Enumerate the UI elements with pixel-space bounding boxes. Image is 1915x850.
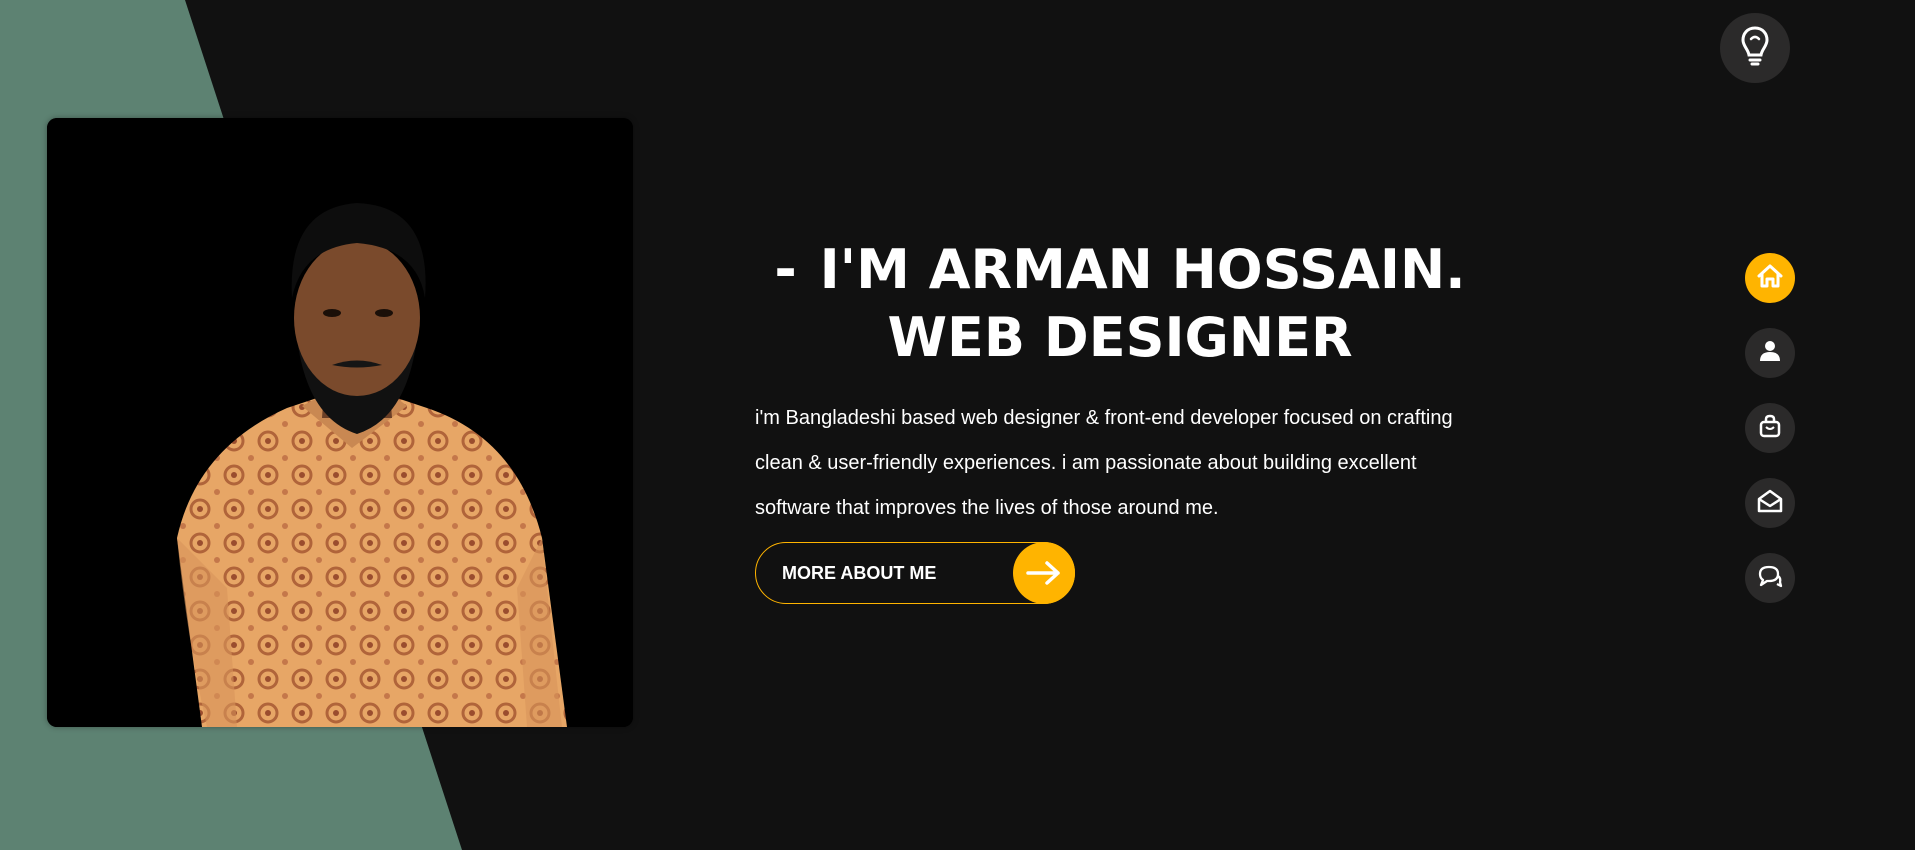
title-dash: - — [774, 238, 797, 301]
hero-section: - I'M ARMAN HOSSAIN. WEB DESIGNER i'm Ba… — [740, 236, 1500, 531]
nav-portfolio-button[interactable] — [1745, 403, 1795, 453]
briefcase-icon — [1758, 414, 1782, 442]
lightbulb-icon — [1740, 25, 1770, 71]
hero-title: - I'M ARMAN HOSSAIN. WEB DESIGNER — [740, 236, 1500, 372]
chat-icon — [1757, 564, 1783, 592]
more-about-me-label: MORE ABOUT ME — [782, 562, 937, 583]
home-icon — [1757, 264, 1783, 292]
theme-toggle-button[interactable] — [1720, 13, 1790, 83]
nav-home-button[interactable] — [1745, 253, 1795, 303]
side-nav — [1745, 253, 1795, 628]
nav-about-button[interactable] — [1745, 328, 1795, 378]
nav-contact-button[interactable] — [1745, 478, 1795, 528]
more-about-me-button[interactable]: MORE ABOUT ME — [755, 542, 1075, 604]
arrow-right-icon — [1013, 542, 1075, 604]
title-role: WEB DESIGNER — [887, 306, 1353, 369]
title-name: I'M ARMAN HOSSAIN. — [819, 238, 1466, 301]
hero-bio: i'm Bangladeshi based web designer & fro… — [755, 407, 1453, 519]
nav-blog-button[interactable] — [1745, 553, 1795, 603]
user-icon — [1759, 340, 1781, 366]
profile-photo — [47, 118, 633, 727]
envelope-open-icon — [1757, 489, 1783, 517]
